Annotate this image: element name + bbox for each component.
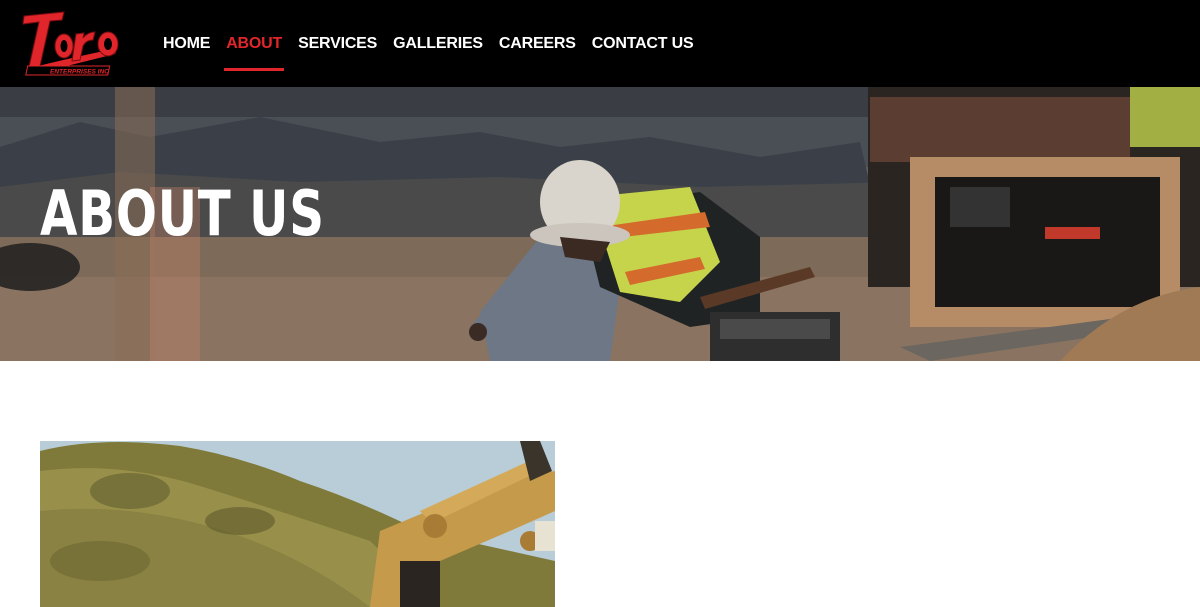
- excavator-photo: [40, 441, 555, 607]
- toro-logo[interactable]: ENTERPRISES INC: [20, 8, 125, 80]
- page-title: ABOUT US: [40, 177, 325, 250]
- nav-item-contact-us[interactable]: CONTACT US: [584, 0, 702, 87]
- nav-item-galleries[interactable]: GALLERIES: [385, 0, 491, 87]
- nav-item-careers[interactable]: CAREERS: [491, 0, 584, 87]
- nav-item-label: CONTACT US: [591, 34, 694, 52]
- main-nav: HOME ABOUT SERVICES GALLERIES CAREERS CO…: [155, 0, 701, 87]
- nav-item-label: GALLERIES: [393, 34, 483, 52]
- hero-banner: ABOUT US: [0, 87, 1200, 361]
- nav-item-about[interactable]: ABOUT: [218, 0, 290, 87]
- nav-item-label: HOME: [163, 34, 211, 52]
- excavator-image: [40, 441, 555, 607]
- active-nav-underline: [224, 68, 285, 71]
- logo-subtext: ENTERPRISES INC: [50, 69, 109, 76]
- nav-item-label: CAREERS: [498, 34, 576, 52]
- site-header: ENTERPRISES INC HOME ABOUT SERVICES GALL…: [0, 0, 1200, 87]
- logo-icon: ENTERPRISES INC: [22, 11, 119, 76]
- nav-item-label: SERVICES: [298, 34, 378, 52]
- nav-item-label: ABOUT: [226, 34, 283, 52]
- nav-item-services[interactable]: SERVICES: [290, 0, 385, 87]
- nav-item-home[interactable]: HOME: [155, 0, 218, 87]
